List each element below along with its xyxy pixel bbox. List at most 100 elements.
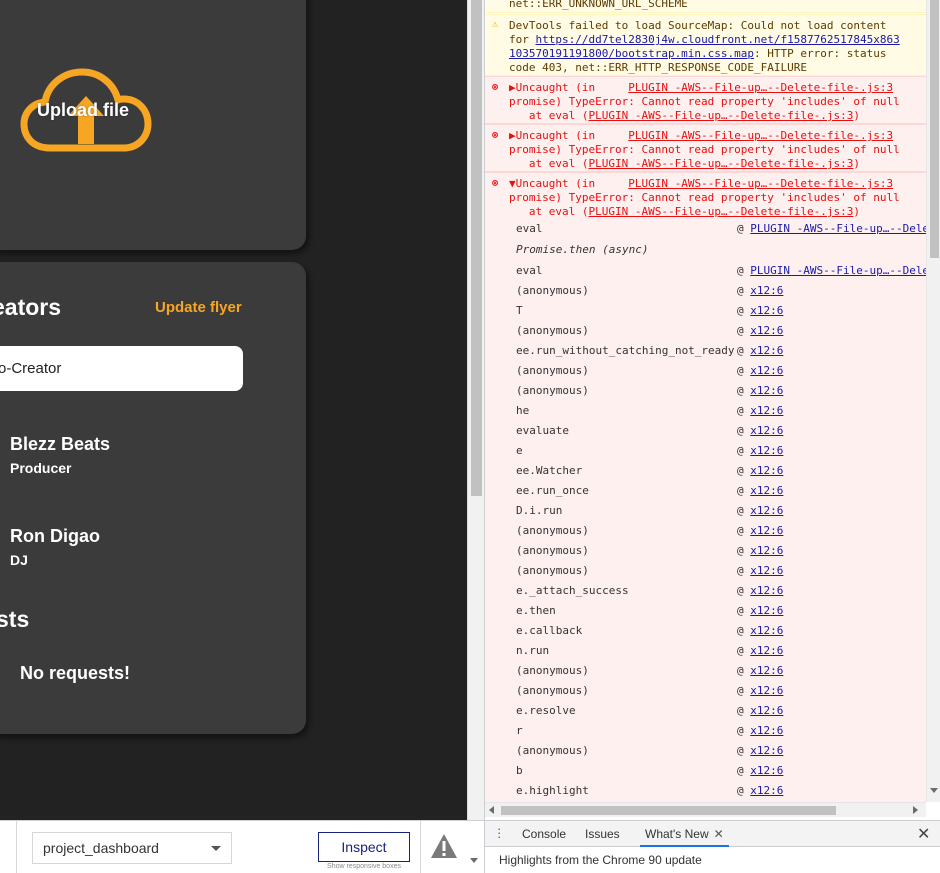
stack-frame-link[interactable]: x12:6 [750, 764, 783, 777]
stack-frame-location: @ x12:6 [737, 681, 783, 701]
message-line: ▶Uncaught (in PLUGIN -AWS--File-up…--Del… [509, 81, 893, 95]
message-text: : HTTP error: status [754, 47, 887, 60]
at-symbol: @ [737, 544, 744, 557]
stack-frame-link[interactable]: x12:6 [750, 404, 783, 417]
project-select[interactable]: project_dashboard [32, 832, 232, 864]
tab-console[interactable]: Console [522, 821, 566, 847]
tab-whats-new[interactable]: What's New ✕ [640, 821, 729, 847]
console-error[interactable]: ⊗ ▶Uncaught (in PLUGIN -AWS--File-up…--D… [485, 76, 926, 124]
warning-icon[interactable] [430, 833, 458, 859]
at-symbol: @ [737, 384, 744, 397]
stack-frame-location: @ x12:6 [737, 501, 783, 521]
stack-frame-link[interactable]: x12:6 [750, 684, 783, 697]
at-symbol: @ [737, 584, 744, 597]
at-symbol: @ [737, 664, 744, 677]
stack-frame-link[interactable]: x12:6 [750, 664, 783, 677]
console-warning: ⚠ DevTools failed to load SourceMap: Cou… [485, 14, 926, 76]
stack-frame-link[interactable]: x12:6 [750, 524, 783, 537]
stack-frame-location: @ x12:6 [737, 341, 783, 361]
stack-frame-link[interactable]: x12:6 [750, 784, 783, 797]
co-creator-input[interactable]: o-Creator [0, 346, 243, 391]
tab-issues[interactable]: Issues [585, 821, 620, 847]
stack-frame-link[interactable]: PLUGIN -AWS--File-up…--Delete [750, 222, 926, 235]
stack-frame-function: Promise.then (async) [516, 243, 649, 256]
source-link[interactable]: PLUGIN -AWS--File-up…--Delete-file-.js:3 [588, 205, 853, 218]
at-symbol: @ [737, 344, 744, 357]
creator-name: Blezz Beats [10, 434, 111, 454]
viewport-scrollbar[interactable] [467, 0, 484, 820]
source-link[interactable]: PLUGIN -AWS--File-up…--Delete-file-.js:3 [628, 129, 893, 142]
scroll-left-arrow-icon[interactable] [489, 806, 494, 814]
stack-frame-link[interactable]: x12:6 [750, 344, 783, 357]
stack-frame-link[interactable]: x12:6 [750, 504, 783, 517]
more-options-icon[interactable]: · · · [497, 822, 501, 843]
console-error[interactable]: ⊗ ▶Uncaught (in PLUGIN -AWS--File-up…--D… [485, 124, 926, 172]
console-vertical-scrollbar[interactable] [926, 0, 940, 802]
message-text: at eval ( [509, 157, 589, 170]
console-horizontal-scrollbar[interactable] [485, 802, 926, 817]
stack-frame-link[interactable]: x12:6 [750, 284, 783, 297]
sourcemap-link[interactable]: https://dd7tel2830j4w.cloudfront.net/f15… [536, 33, 900, 46]
stack-frame-link[interactable]: x12:6 [750, 564, 783, 577]
scrollbar-thumb[interactable] [471, 0, 482, 496]
scroll-down-arrow-icon[interactable] [930, 788, 938, 793]
stack-frame-link[interactable]: x12:6 [750, 424, 783, 437]
message-line: at eval (PLUGIN -AWS--File-up…--Delete-f… [509, 205, 860, 219]
at-symbol: @ [737, 284, 744, 297]
stack-frame-location: @ x12:6 [737, 761, 783, 781]
stack-frame-link[interactable]: x12:6 [750, 724, 783, 737]
whats-new-heading: Highlights from the Chrome 90 update [499, 853, 702, 867]
stack-frame-location: @ x12:6 [737, 421, 783, 441]
stack-frame-function: (anonymous) [516, 684, 589, 697]
app-viewport: Upload file eators Update flyer o-Creato… [0, 0, 467, 820]
upload-file-label[interactable]: Upload file [37, 100, 129, 121]
scroll-down-arrow-icon[interactable] [470, 858, 478, 863]
close-tab-icon[interactable]: ✕ [714, 827, 724, 841]
creators-heading: eators [0, 294, 62, 320]
stack-frame-link[interactable]: x12:6 [750, 304, 783, 317]
scrollbar-thumb[interactable] [930, 0, 939, 258]
stack-frame-location: @ x12:6 [737, 581, 783, 601]
scrollbar-thumb[interactable] [501, 806, 836, 815]
screen: Upload file eators Update flyer o-Creato… [0, 0, 940, 873]
stack-frame-link[interactable]: x12:6 [750, 444, 783, 457]
stack-frame-function: e.then [516, 604, 556, 617]
stack-frame-link[interactable]: x12:6 [750, 484, 783, 497]
stack-frame-link[interactable]: x12:6 [750, 364, 783, 377]
stack-frame-link[interactable]: x12:6 [750, 324, 783, 337]
stack-trace: eval @ PLUGIN -AWS--File-up…--Delete Promi… [485, 219, 926, 802]
source-link[interactable]: PLUGIN -AWS--File-up…--Delete-file-.js:3 [588, 109, 853, 122]
stack-frame-function: ee.Watcher [516, 464, 583, 477]
stack-frame-function: (anonymous) [516, 524, 589, 537]
stack-frame-link[interactable]: x12:6 [750, 384, 783, 397]
source-link[interactable]: PLUGIN -AWS--File-up…--Delete-file-.js:3 [588, 157, 853, 170]
inspect-button[interactable]: Inspect [318, 832, 410, 862]
stack-frame-link[interactable]: PLUGIN -AWS--File-up…--Delete [750, 264, 926, 277]
expand-arrow-icon[interactable]: ▶ [509, 129, 516, 142]
source-link[interactable]: PLUGIN -AWS--File-up…--Delete-file-.js:3 [628, 81, 893, 94]
warning-icon: ⚠ [492, 19, 499, 30]
console-error[interactable]: ⊗ ▼Uncaught (in PLUGIN -AWS--File-up…--D… [485, 172, 926, 220]
stack-frame-function: (anonymous) [516, 364, 589, 377]
stack-frame-link[interactable]: x12:6 [750, 744, 783, 757]
stack-frame-link[interactable]: x12:6 [750, 704, 783, 717]
stack-frame-link[interactable]: x12:6 [750, 584, 783, 597]
update-flyer-link[interactable]: Update flyer [155, 299, 242, 316]
expand-arrow-icon[interactable]: ▶ [509, 81, 516, 94]
stack-frame-link[interactable]: x12:6 [750, 544, 783, 557]
stack-frame-link[interactable]: x12:6 [750, 604, 783, 617]
at-symbol: @ [737, 264, 744, 277]
stack-frame-function: b [516, 764, 523, 777]
stack-frame-link[interactable]: x12:6 [750, 644, 783, 657]
stack-frame-location: @ x12:6 [737, 661, 783, 681]
scroll-right-arrow-icon[interactable] [913, 806, 918, 814]
stack-frame-function: r [516, 724, 523, 737]
source-link[interactable]: PLUGIN -AWS--File-up…--Delete-file-.js:3 [628, 177, 893, 190]
collapse-arrow-icon[interactable]: ▼ [509, 177, 516, 190]
stack-frame-link[interactable]: x12:6 [750, 464, 783, 477]
sourcemap-link[interactable]: 103570191191800/bootstrap.min.css.map [509, 47, 754, 60]
close-drawer-icon[interactable]: ✕ [917, 824, 930, 844]
stack-frame-link[interactable]: x12:6 [750, 624, 783, 637]
stack-frame-function: e.resolve [516, 704, 576, 717]
stack-frame-location: @ x12:6 [737, 381, 783, 401]
